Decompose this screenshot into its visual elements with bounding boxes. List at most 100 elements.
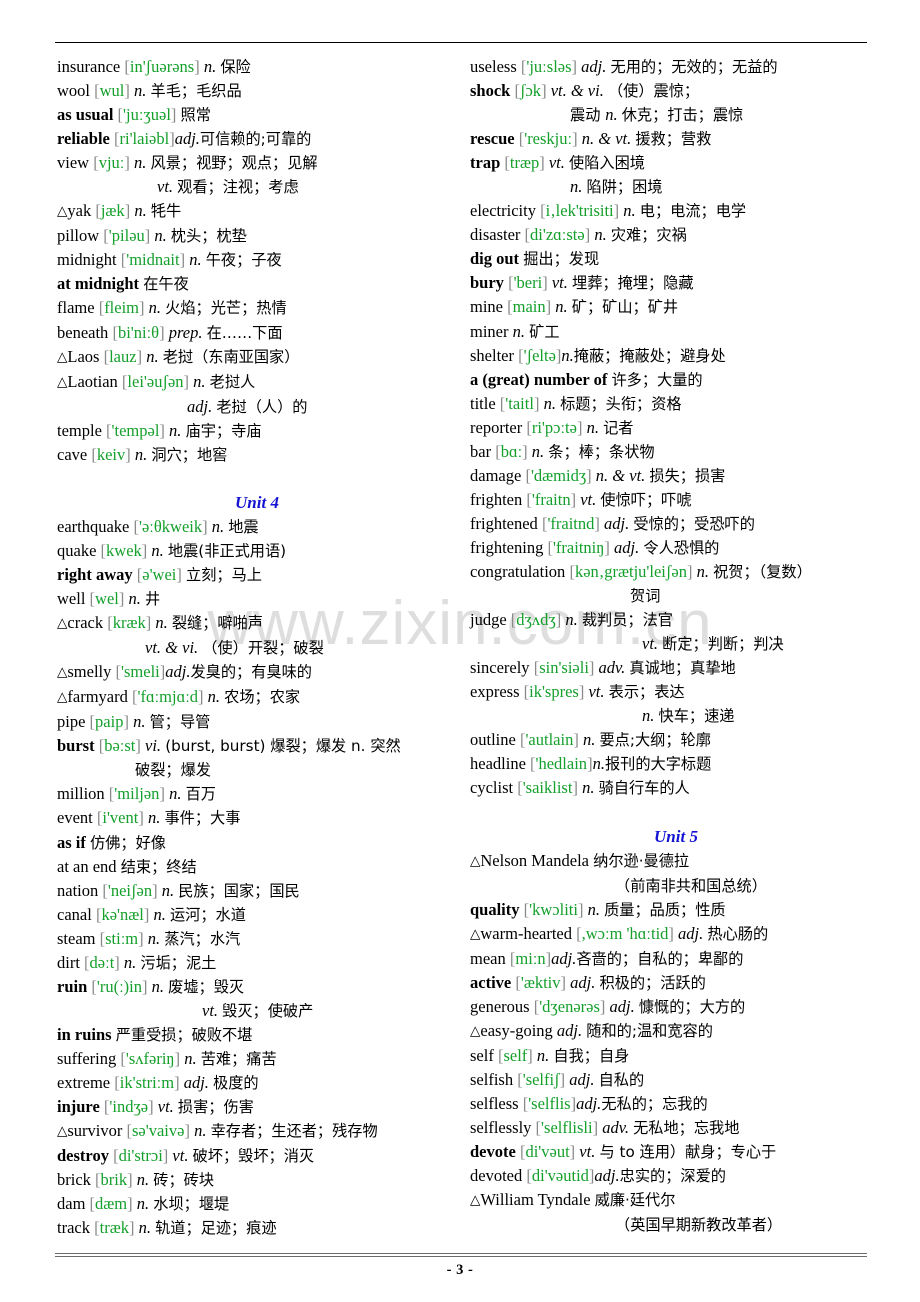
triangle-marker-icon: △ (57, 664, 68, 681)
headword: extreme (57, 1072, 111, 1092)
entry-continuation-line: adj. 老挝（人）的 (57, 395, 457, 419)
headword: reliable (57, 129, 110, 149)
phonetic-transcription: kwek (106, 540, 142, 560)
part-of-speech: n. (134, 153, 147, 173)
headword: miner (470, 321, 509, 341)
part-of-speech: n. (531, 441, 545, 461)
phonetic-transcription: sə'vaivə (132, 1121, 185, 1141)
phonetic-bracket-close: ] (686, 561, 693, 581)
headword: crack (67, 613, 104, 633)
phonetic-bracket-close: ] (127, 1170, 133, 1190)
part-of-speech: vt. & vi. (550, 81, 604, 101)
chinese-gloss: 许多；大量的 (611, 370, 703, 389)
part-of-speech: vi. (145, 736, 162, 756)
chinese-gloss: 砖；砖块 (153, 1171, 214, 1190)
chinese-gloss: 水坝；堰堤 (153, 1195, 230, 1214)
headword: survivor (67, 1121, 123, 1141)
phonetic-transcription: 'fraitnd (547, 513, 595, 533)
phonetic-bracket-close: ] (124, 201, 131, 221)
dictionary-entry: canal [kə'næl] n. 运河；水道 (57, 903, 457, 927)
part-of-speech: n. (582, 778, 595, 798)
dictionary-entry: flame [fleim] n. 火焰；光芒；热情 (57, 296, 457, 320)
chinese-gloss: 农场；农家 (224, 688, 301, 707)
headword: in ruins (57, 1024, 112, 1044)
chinese-gloss: 震动 (570, 106, 606, 125)
part-of-speech: n. (592, 754, 605, 774)
chinese-gloss: 电；电流；电学 (639, 202, 747, 221)
dictionary-entry: reporter [ri'pɔːtə] n. 记者 (470, 416, 882, 440)
phonetic-bracket-close: ] (176, 564, 182, 584)
phonetic-transcription: bɑː (500, 441, 523, 461)
dictionary-entry: million ['miljən] n. 百万 (57, 782, 457, 806)
phonetic-transcription: 'autlain (525, 730, 574, 750)
phonetic-transcription: wul (99, 81, 125, 101)
part-of-speech: n. (211, 516, 225, 536)
dictionary-entry: express [ik'spres] vt. 表示；表达 (470, 680, 882, 704)
headword: Laotian (67, 371, 118, 391)
headword: useless (470, 57, 517, 76)
chinese-gloss: 矿工 (529, 322, 560, 341)
dictionary-entry: congratulation [kən‚grætju'leiʃən] n. 祝贺… (470, 560, 882, 584)
dictionary-entry: damage ['dæmidʒ] n. & vt. 损失；损害 (470, 464, 882, 488)
part-of-speech: vt. (551, 273, 568, 293)
dictionary-entry: devote [di'vəut] vt. 与 to 连用）献身；专心于 (470, 1140, 882, 1164)
part-of-speech: n. (147, 808, 161, 828)
chinese-gloss: 庙宇；寺庙 (185, 421, 262, 440)
chinese-gloss: 自私的 (598, 1070, 645, 1089)
chinese-gloss: 与 to 连用）献身；专心于 (599, 1143, 777, 1162)
chinese-gloss: 休克；打击；震惊 (621, 106, 744, 125)
dictionary-entry: earthquake ['əːθkweik] n. 地震 (57, 515, 457, 539)
dictionary-entry: △smelly ['smeli]adj.发臭的；有臭味的 (57, 660, 457, 685)
phonetic-bracket-close: ] (545, 297, 552, 317)
phonetic-bracket-close: ] (159, 420, 165, 440)
phonetic-transcription: 'juːsləs (526, 57, 572, 76)
headword: a (great) number of (470, 369, 608, 389)
triangle-marker-icon: △ (57, 348, 68, 365)
chinese-gloss: 在……下面 (206, 323, 283, 342)
dictionary-entry: pillow ['piləu] n. 枕头；枕垫 (57, 224, 457, 248)
chinese-gloss: 保险 (220, 58, 251, 76)
headword: injure (57, 1097, 100, 1117)
headword: mine (470, 297, 503, 317)
part-of-speech: adj. (576, 1094, 602, 1114)
chinese-gloss: 洞穴；地窖 (151, 445, 228, 464)
chinese-gloss: 破坏；毁坏；消灭 (192, 1147, 315, 1166)
part-of-speech: n. (582, 730, 596, 750)
part-of-speech: vt. (588, 682, 605, 702)
headword: William Tyndale (480, 1190, 591, 1210)
chinese-gloss: 立刻；马上 (186, 565, 262, 584)
phonetic-bracket-close: ] (143, 904, 150, 924)
part-of-speech: n. (623, 201, 636, 221)
part-of-speech: n. (134, 81, 147, 101)
headword: sincerely (470, 658, 530, 678)
phonetic-transcription: 'indʒə (109, 1097, 149, 1117)
dictionary-entry: active ['æktiv] adj. 积极的；活跃的 (470, 971, 882, 995)
phonetic-bracket-close: ] (555, 610, 562, 630)
chinese-gloss: 灾难；灾祸 (610, 226, 687, 245)
headword: selfish (470, 1069, 514, 1089)
headword: pillow (57, 226, 100, 246)
entry-continuation-line: vt. 毁灭；使破产 (57, 999, 457, 1023)
phonetic-bracket-close: ] (159, 322, 165, 342)
phonetic-transcription: 'midnait (126, 250, 180, 270)
part-of-speech: adv. (602, 1118, 629, 1138)
chinese-gloss: 事件；大事 (164, 809, 241, 828)
phonetic-transcription: di'vəut (525, 1142, 570, 1162)
part-of-speech: vt. & vi. (145, 638, 199, 658)
dictionary-page: www.zixin.com.cn insurance [in'ʃuərəns] … (0, 0, 920, 1302)
chinese-gloss: 井 (145, 590, 161, 609)
headword: at midnight (57, 274, 140, 294)
chinese-gloss: （前南非共和国总统） (615, 876, 767, 895)
chinese-gloss: 断定；判断；判决 (662, 635, 784, 654)
phonetic-bracket-close: ] (577, 899, 584, 919)
headword: as usual (57, 105, 114, 125)
phonetic-bracket-close: ] (174, 1072, 180, 1092)
part-of-speech: n. (148, 298, 162, 318)
part-of-speech: n. (696, 561, 709, 581)
phonetic-bracket-close: ] (586, 465, 592, 485)
part-of-speech: n. (555, 297, 568, 317)
dictionary-entry: selfless ['selflis]adj.无私的；忘我的 (470, 1092, 882, 1116)
phonetic-bracket-close: ] (125, 444, 131, 464)
chinese-gloss: 老挝（东南亚国家） (162, 347, 300, 366)
part-of-speech: adj. (614, 537, 640, 557)
